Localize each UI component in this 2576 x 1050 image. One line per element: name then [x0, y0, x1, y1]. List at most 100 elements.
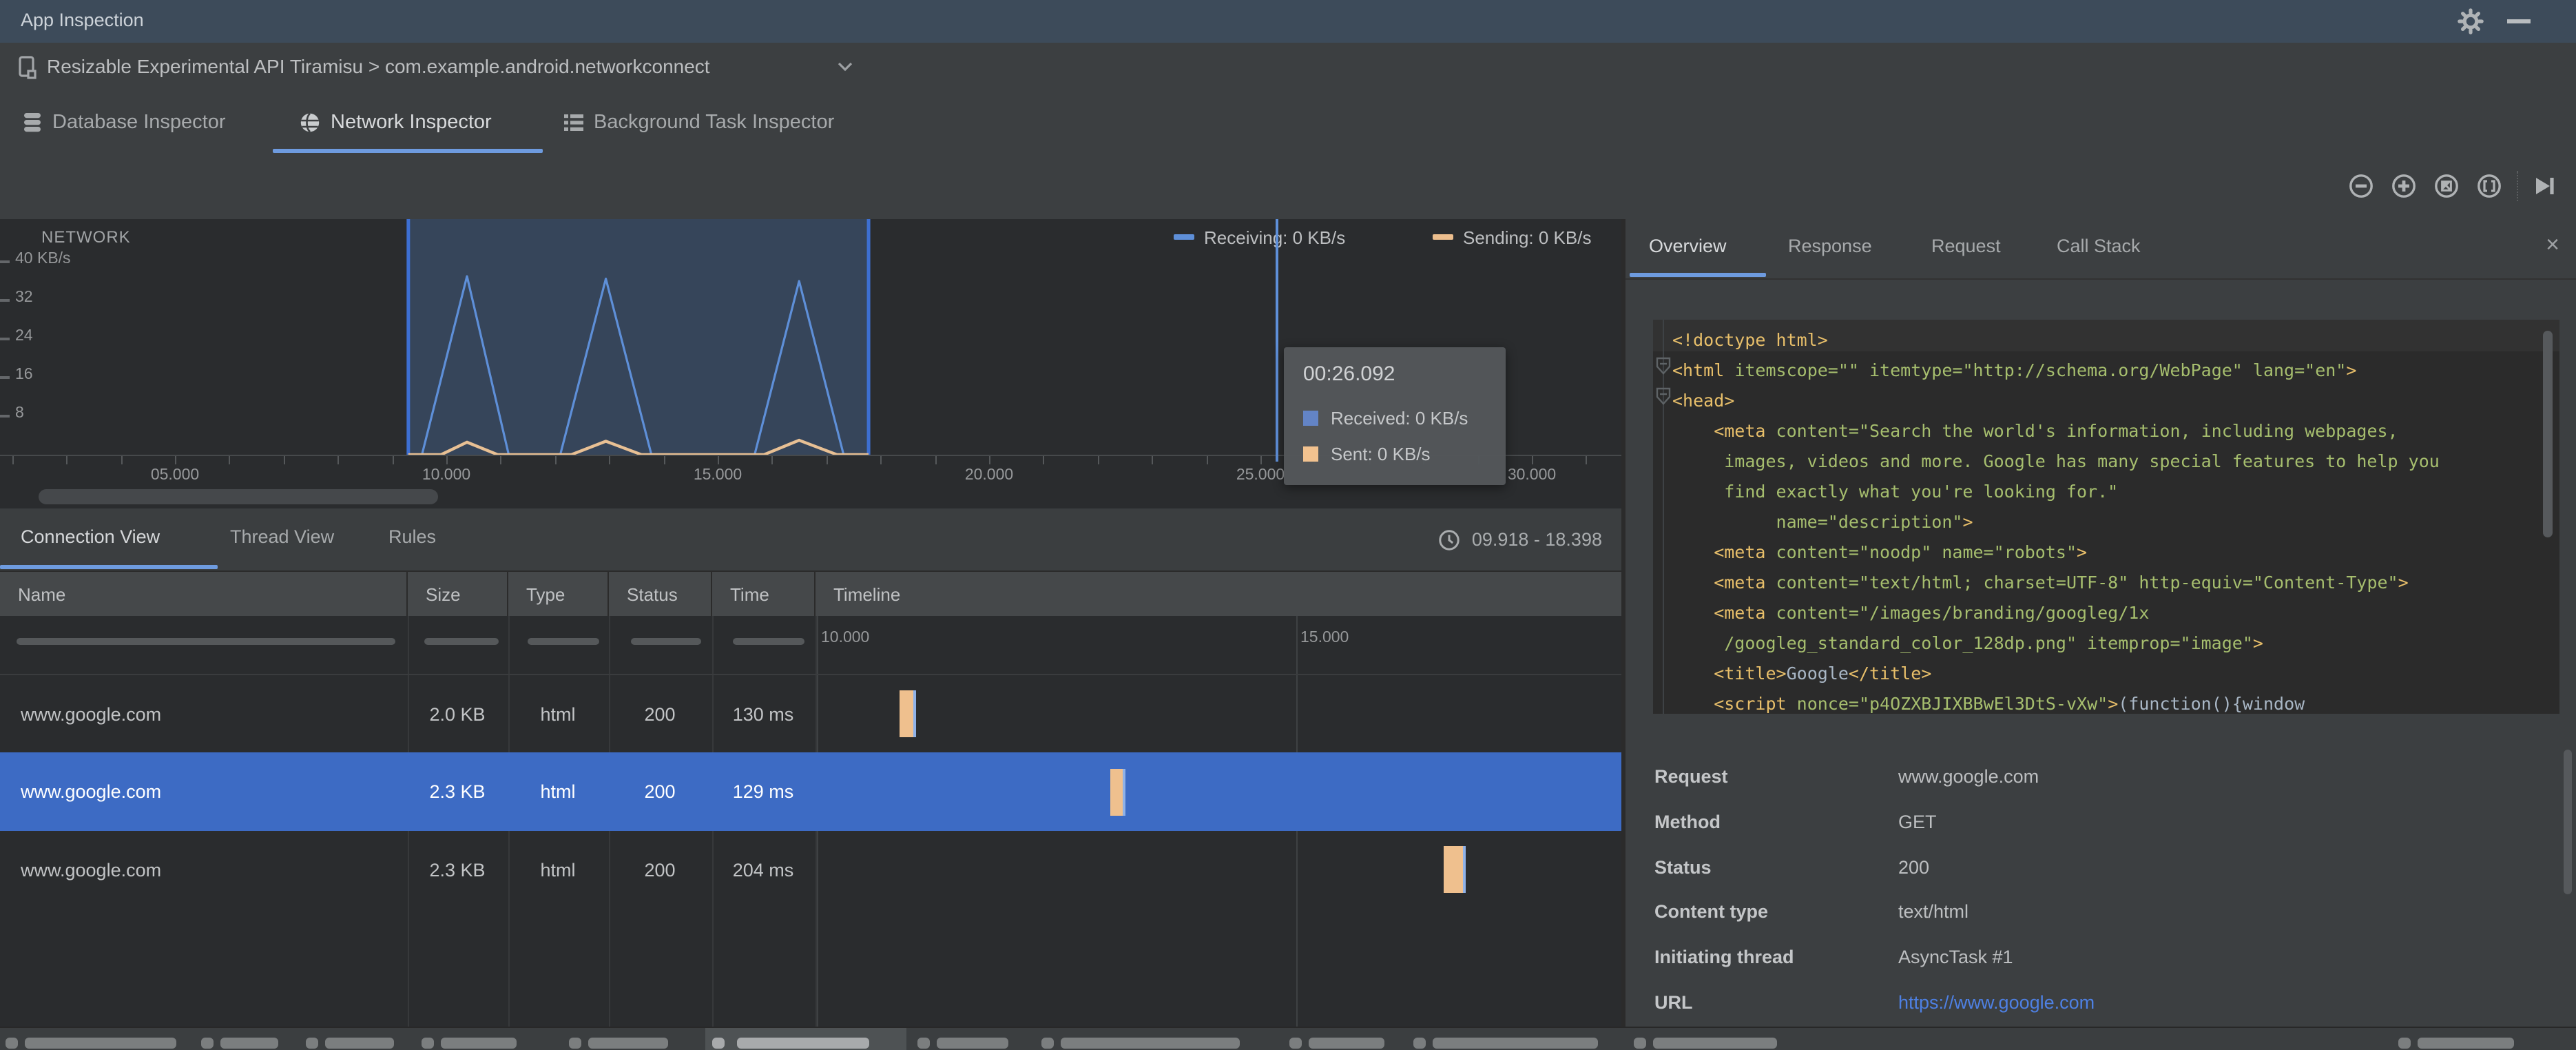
bottom-bar-active-item[interactable]	[705, 1028, 906, 1050]
bottom-bar-item[interactable]	[1309, 1038, 1384, 1049]
field-value: 200	[1898, 856, 1930, 878]
column-header-size[interactable]: Size	[408, 572, 508, 617]
code-scrollbar[interactable]	[2543, 331, 2553, 537]
tooltip-sent-label: Sent: 0 KB/s	[1331, 444, 1431, 464]
code-line: <!doctype html>	[1672, 329, 1828, 350]
timeline-marker-sent	[1444, 846, 1466, 893]
tab-overview[interactable]: Overview	[1649, 219, 1727, 273]
bottom-bar-item-icon[interactable]	[201, 1038, 214, 1049]
connection-tab-bar: Connection View Thread View Rules 09.918…	[0, 508, 1621, 570]
clipped-icon	[712, 1038, 725, 1049]
cell-time: 130 ms	[732, 703, 794, 724]
timeline-marker-sent	[899, 690, 916, 737]
tab-connection-view[interactable]: Connection View	[21, 508, 160, 565]
tab-database-inspector[interactable]: Database Inspector	[22, 91, 226, 153]
column-header-type[interactable]: Type	[508, 572, 609, 617]
selection-region[interactable]	[408, 219, 869, 455]
bottom-bar-item[interactable]	[220, 1038, 278, 1049]
app-inspection-window: App Inspection Resizable Experimental AP…	[0, 0, 2576, 1050]
column-header-timeline[interactable]: Timeline	[816, 572, 1621, 617]
active-tab-underline	[1630, 273, 1766, 277]
timeline-marker-received	[1463, 846, 1466, 893]
close-icon[interactable]: ×	[2546, 231, 2559, 259]
field-row-content-type: Content type text/html	[1654, 889, 2550, 935]
minimize-icon[interactable]	[2507, 19, 2531, 23]
bottom-bar-item-icon[interactable]	[1634, 1038, 1646, 1049]
x-tick	[500, 456, 502, 464]
column-header-status[interactable]: Status	[609, 572, 712, 617]
timeline-axis-label: 15.000	[1300, 630, 1349, 646]
tab-response[interactable]: Response	[1788, 219, 1872, 273]
bottom-bar-item[interactable]	[1653, 1038, 1777, 1049]
x-tick	[1152, 456, 1154, 464]
zoom-out-icon[interactable]	[2349, 174, 2374, 198]
tab-rules[interactable]: Rules	[388, 508, 436, 565]
process-selection-text: Resizable Experimental API Tiramisu > co…	[47, 55, 710, 77]
fold-marker-icon[interactable]	[1656, 387, 1671, 405]
bottom-bar-item-icon[interactable]	[6, 1038, 18, 1049]
legend-swatch	[1174, 234, 1194, 240]
chevron-down-icon[interactable]	[838, 62, 853, 72]
column-header-time[interactable]: Time	[712, 572, 816, 617]
panel-scrollbar[interactable]	[2564, 750, 2572, 894]
code-line: images, videos and more. Google has many…	[1672, 451, 2440, 471]
bottom-bar-item[interactable]	[588, 1038, 668, 1049]
field-row-status: Status 200	[1654, 844, 2550, 889]
tab-call-stack[interactable]: Call Stack	[2057, 219, 2141, 273]
tooltip-time: 00:26.092	[1303, 362, 1395, 386]
response-preview-code[interactable]: <!doctype html> <html itemscope="" itemty…	[1653, 320, 2559, 714]
bottom-bar-item[interactable]	[2418, 1038, 2514, 1049]
bottom-bar-item-icon[interactable]	[306, 1038, 318, 1049]
tab-background-task-inspector[interactable]: Background Task Inspector	[563, 91, 834, 153]
zoom-to-selection-icon[interactable]	[2477, 174, 2502, 198]
field-label: Request	[1654, 766, 1728, 787]
globe-icon	[299, 111, 321, 133]
column-header-name[interactable]: Name	[0, 572, 408, 617]
x-tick	[446, 456, 448, 464]
code-fold-gutter	[1663, 320, 1664, 714]
bottom-bar-item-icon[interactable]	[917, 1038, 930, 1049]
bottom-bar-item[interactable]	[1433, 1038, 1598, 1049]
bottom-bar-item-icon[interactable]	[569, 1038, 581, 1049]
gear-icon[interactable]	[2458, 8, 2484, 34]
table-row[interactable]: www.google.com 2.3 KB html 200 204 ms	[0, 831, 1621, 908]
chart-horizontal-scrollbar[interactable]	[39, 489, 438, 504]
skip-to-end-icon[interactable]	[2532, 174, 2557, 198]
tab-network-inspector[interactable]: Network Inspector	[299, 91, 492, 153]
column-drag-handle[interactable]	[631, 638, 701, 645]
table-row[interactable]: www.google.com 2.0 KB html 200 130 ms	[0, 675, 1621, 752]
bottom-bar-item[interactable]	[441, 1038, 517, 1049]
bottom-bar-item-icon[interactable]	[1041, 1038, 1054, 1049]
active-tab-underline	[0, 565, 218, 569]
url-link[interactable]: https://www.google.com	[1898, 992, 2095, 1013]
process-selector-bar[interactable]: Resizable Experimental API Tiramisu > co…	[0, 43, 2576, 92]
tab-label: Database Inspector	[52, 111, 226, 133]
x-tick-label: 10.000	[422, 467, 471, 484]
tab-label: Background Task Inspector	[594, 111, 835, 133]
list-icon	[563, 112, 584, 132]
reset-zoom-icon[interactable]	[2434, 174, 2459, 198]
bottom-bar-item-icon[interactable]	[2398, 1038, 2411, 1049]
bottom-bar-item[interactable]	[325, 1038, 394, 1049]
bottom-bar-item[interactable]	[1061, 1038, 1240, 1049]
bottom-bar-item-icon[interactable]	[1289, 1038, 1302, 1049]
x-tick	[175, 456, 176, 464]
table-row[interactable]: www.google.com 2.3 KB html 200 129 ms	[0, 752, 1621, 831]
field-label: Status	[1654, 856, 1712, 878]
zoom-in-icon[interactable]	[2391, 174, 2416, 198]
bottom-bar-item-icon[interactable]	[1413, 1038, 1426, 1049]
tab-thread-view[interactable]: Thread View	[230, 508, 334, 565]
column-drag-handle[interactable]	[424, 638, 499, 645]
field-value: AsyncTask #1	[1898, 947, 2013, 968]
connection-details-panel: Overview Response Request Call Stack × <…	[1625, 219, 2576, 1027]
bottom-bar-item[interactable]	[937, 1038, 1008, 1049]
column-drag-handle[interactable]	[528, 638, 599, 645]
bottom-bar-item[interactable]	[25, 1038, 176, 1049]
tab-request[interactable]: Request	[1931, 219, 2001, 273]
bottom-bar-item-icon[interactable]	[422, 1038, 434, 1049]
sent-swatch	[1303, 446, 1318, 462]
x-tick	[283, 456, 285, 464]
column-drag-handle[interactable]	[733, 638, 804, 645]
fold-marker-icon[interactable]	[1656, 357, 1671, 375]
column-drag-handle[interactable]	[17, 638, 395, 645]
